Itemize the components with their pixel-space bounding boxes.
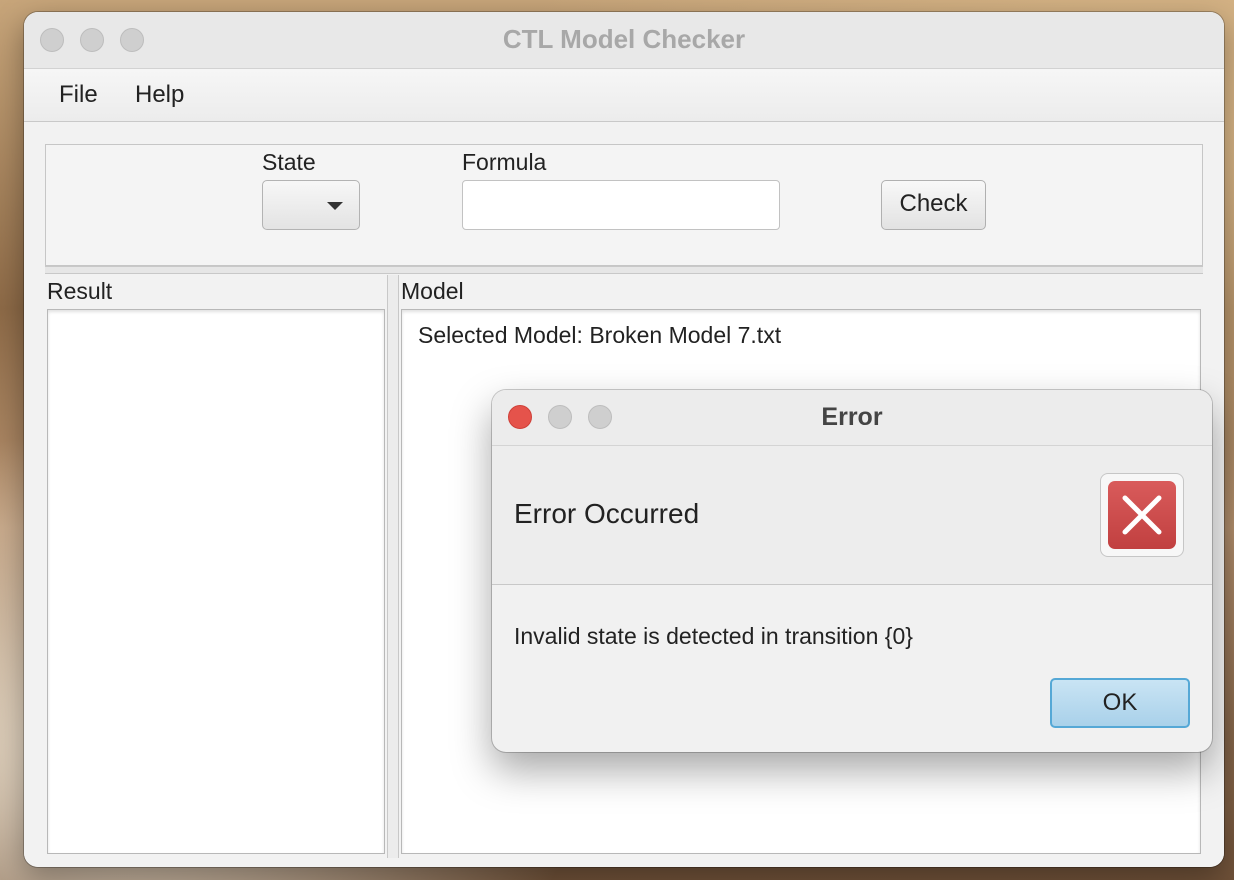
title-bar: CTL Model Checker (24, 12, 1224, 69)
formula-label: Formula (462, 149, 547, 175)
window-title: CTL Model Checker (502, 24, 746, 54)
model-title: Model (401, 278, 464, 304)
dialog-message: Invalid state is detected in transition … (514, 623, 913, 649)
menu-file[interactable]: File (59, 69, 98, 121)
menu-bar: File Help (24, 69, 1224, 122)
selected-model-text: Selected Model: Broken Model 7.txt (418, 322, 782, 348)
dialog-header: Error Occurred (492, 446, 1212, 585)
vertical-splitter[interactable] (387, 275, 399, 858)
check-button[interactable]: Check (881, 180, 986, 230)
dialog-title: Error (821, 403, 883, 431)
error-icon-frame (1100, 473, 1184, 557)
horizontal-splitter[interactable] (45, 266, 1203, 274)
ok-button[interactable]: OK (1050, 678, 1190, 728)
chevron-down-icon (327, 202, 343, 210)
error-x-icon (1108, 481, 1176, 549)
dialog-title-bar: Error (492, 390, 1212, 446)
state-label: State (262, 149, 316, 175)
state-dropdown[interactable] (262, 180, 360, 230)
result-title: Result (47, 278, 113, 304)
formula-input[interactable] (462, 180, 780, 230)
error-dialog: Error Error Occurred Invalid state is de… (492, 390, 1212, 752)
result-pane: Result (45, 275, 387, 858)
controls-panel: State Formula Check (45, 144, 1203, 266)
menu-help[interactable]: Help (135, 69, 184, 121)
dialog-heading: Error Occurred (514, 498, 700, 529)
result-text-area[interactable] (47, 309, 385, 854)
